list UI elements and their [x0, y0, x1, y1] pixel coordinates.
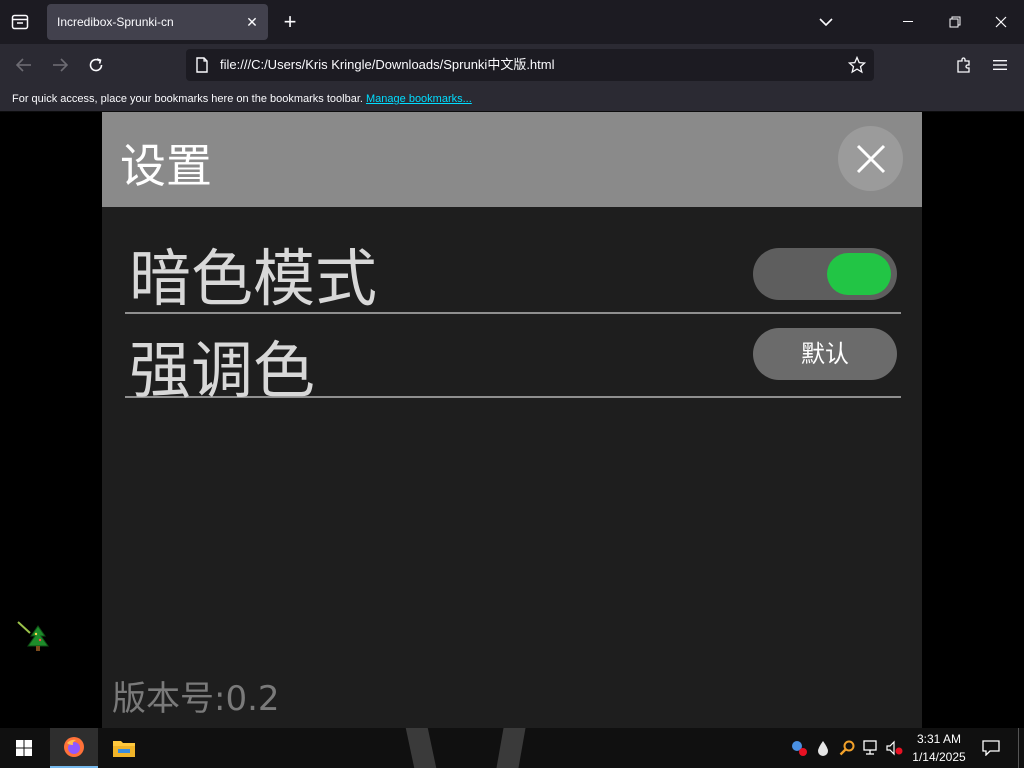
reload-icon	[89, 58, 103, 72]
tray-droplet-icon[interactable]	[814, 738, 832, 758]
new-tab-button[interactable]: +	[278, 10, 302, 34]
puzzle-icon	[957, 57, 970, 73]
firefox-view-button[interactable]	[6, 8, 34, 36]
tab-title: Incredibox-Sprunki-cn	[57, 15, 174, 29]
bookmark-star-icon[interactable]	[848, 56, 866, 74]
taskbar-file-explorer[interactable]	[100, 728, 148, 768]
clock-time: 3:31 AM	[916, 732, 962, 746]
tab-strip: Incredibox-Sprunki-cn ✕ +	[0, 0, 1024, 44]
settings-header: 设置	[102, 112, 922, 207]
reload-button[interactable]	[82, 51, 110, 79]
file-page-icon	[196, 57, 208, 73]
setting-label-dark-mode: 暗色模式	[129, 242, 378, 315]
security-alert-icon	[792, 741, 807, 756]
forward-button[interactable]	[46, 51, 74, 79]
notification-icon	[982, 740, 1000, 756]
list-all-tabs-button[interactable]	[814, 11, 838, 33]
wallpaper-decoration	[496, 728, 526, 768]
tray-network-icon[interactable]	[862, 738, 880, 758]
christmas-tree-cursor-icon	[17, 621, 49, 651]
system-clock[interactable]: 3:31 AM 1/14/2025	[910, 730, 968, 766]
chevron-down-icon	[819, 18, 833, 26]
setting-row-dark-mode: 暗色模式	[125, 220, 901, 315]
clock-date: 1/14/2025	[912, 750, 966, 764]
nav-bar: file:///C:/Users/Kris Kringle/Downloads/…	[0, 44, 1024, 86]
wallpaper-decoration	[405, 728, 437, 768]
taskbar: 3:31 AM 1/14/2025	[0, 728, 1024, 768]
tray-search-icon[interactable]	[838, 738, 856, 758]
bookmarks-toolbar: For quick access, place your bookmarks h…	[0, 86, 1024, 112]
url-bar[interactable]: file:///C:/Users/Kris Kringle/Downloads/…	[186, 49, 874, 81]
setting-label-accent-color: 强调色	[129, 334, 316, 407]
version-label: 版本号:0.2	[112, 679, 280, 719]
settings-panel: 设置 暗色模式 强调色 默认 版本号:0.2	[102, 112, 922, 728]
back-arrow-icon	[16, 58, 31, 72]
toggle-knob	[827, 253, 891, 295]
browser-window: Incredibox-Sprunki-cn ✕ + file:///C:/Use…	[0, 0, 1024, 728]
show-desktop-button[interactable]	[1018, 728, 1024, 768]
back-button[interactable]	[10, 51, 38, 79]
url-text: file:///C:/Users/Kris Kringle/Downloads/…	[220, 57, 555, 72]
firefox-icon	[64, 737, 84, 757]
close-window-button[interactable]	[978, 0, 1024, 44]
app-menu-button[interactable]	[986, 51, 1014, 79]
hamburger-menu-icon	[993, 60, 1007, 70]
settings-close-button[interactable]	[838, 126, 903, 191]
minimize-button[interactable]	[886, 0, 932, 44]
close-icon	[995, 16, 1007, 28]
tray-volume-icon[interactable]	[886, 738, 904, 758]
extensions-button[interactable]	[950, 51, 978, 79]
bookmarks-hint: For quick access, place your bookmarks h…	[12, 93, 363, 105]
page-viewport: 设置 暗色模式 强调色 默认 版本号:0.2	[0, 112, 1024, 728]
taskbar-firefox[interactable]	[50, 728, 98, 768]
tab-active[interactable]: Incredibox-Sprunki-cn ✕	[47, 4, 268, 40]
tab-close-icon[interactable]: ✕	[244, 14, 260, 30]
dark-mode-toggle[interactable]	[753, 248, 897, 300]
folder-icon	[113, 741, 135, 757]
tray-security-icon[interactable]	[790, 738, 808, 758]
restore-button[interactable]	[932, 0, 978, 44]
action-center-button[interactable]	[978, 736, 1004, 760]
setting-row-accent-color: 强调色 默认	[125, 314, 901, 407]
manage-bookmarks-link[interactable]: Manage bookmarks...	[366, 93, 472, 105]
network-icon	[863, 740, 877, 755]
droplet-icon	[818, 741, 828, 756]
magnifier-icon	[839, 740, 855, 756]
windows-logo-icon	[16, 740, 32, 756]
accent-color-default-button[interactable]: 默认	[753, 328, 897, 380]
volume-muted-icon	[886, 740, 903, 756]
minimize-icon	[903, 21, 913, 22]
close-icon	[856, 144, 885, 173]
restore-icon	[949, 16, 961, 28]
settings-title: 设置	[120, 139, 212, 193]
forward-arrow-icon	[53, 58, 68, 72]
firefox-view-icon	[11, 14, 29, 30]
start-button[interactable]	[0, 728, 48, 768]
